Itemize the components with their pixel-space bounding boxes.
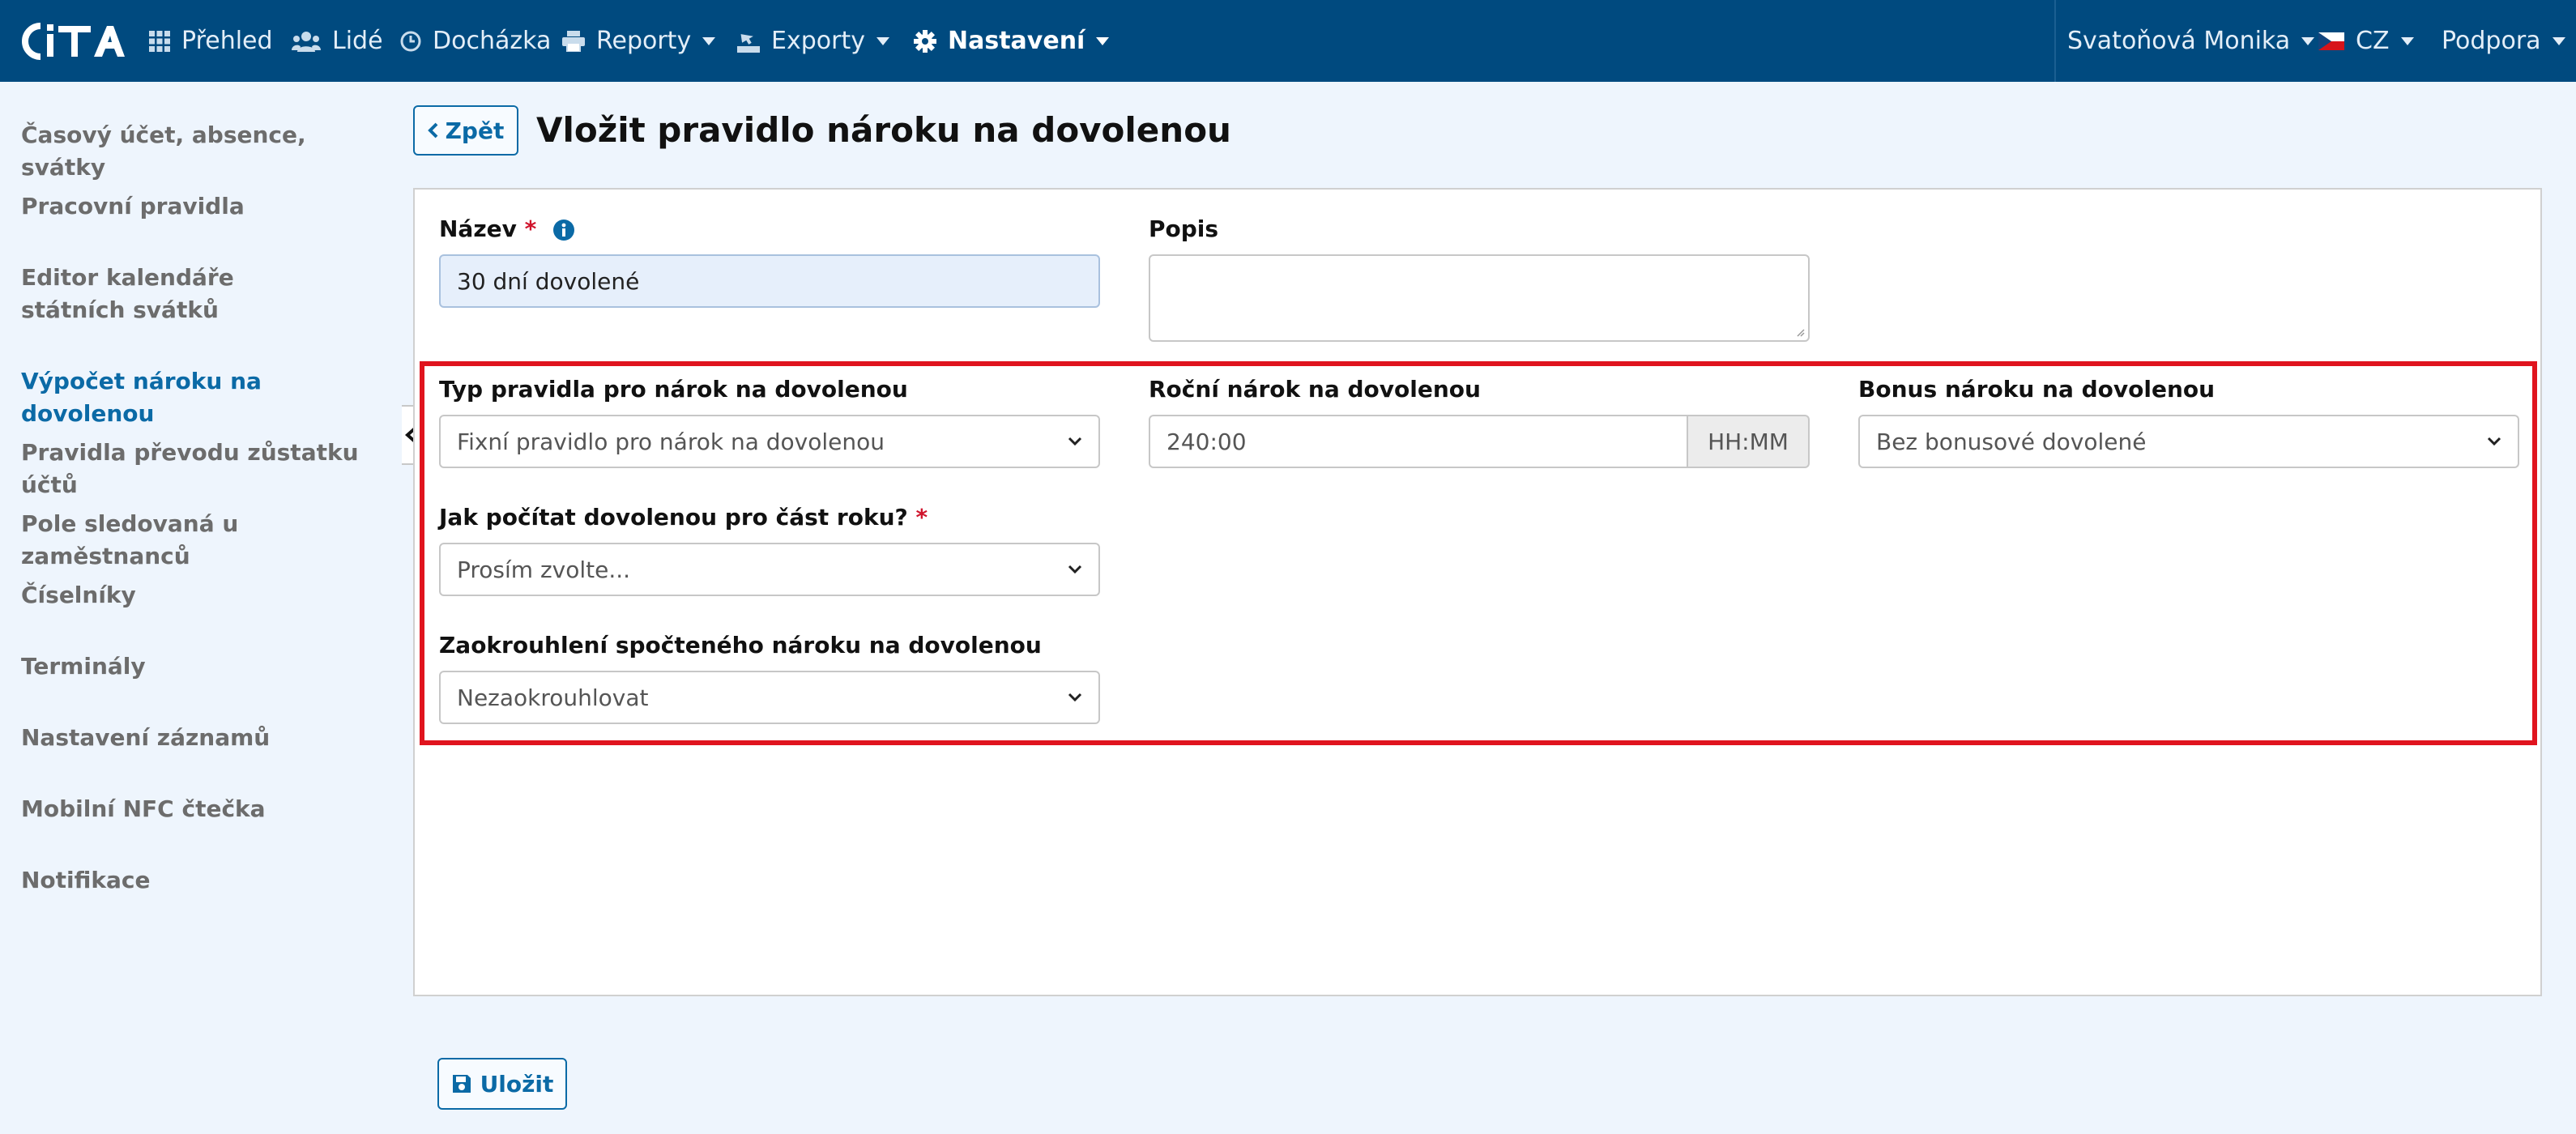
- czech-flag-icon: [2318, 32, 2344, 50]
- nav-label: Docházka: [433, 27, 552, 55]
- floppy-disk-icon: [452, 1075, 471, 1093]
- nav-label: Lidé: [332, 27, 383, 55]
- back-button[interactable]: Zpět: [413, 105, 518, 156]
- sidebar-item-editor-kalendare[interactable]: Editor kalendáře státních svátků: [21, 262, 345, 326]
- back-button-label: Zpět: [445, 117, 505, 144]
- nav-reporty[interactable]: Reporty: [562, 0, 716, 82]
- sidebar-item-pole-sledovana[interactable]: Pole sledovaná u zaměstnanců: [21, 508, 386, 573]
- user-name: Svatoňová Monika: [2067, 27, 2291, 55]
- sidebar-item-mobilni-nfc[interactable]: Mobilní NFC čtečka: [21, 793, 386, 825]
- nav-label: Reporty: [596, 27, 692, 55]
- settings-sidebar: Časový účet, absence, svátky Pracovní pr…: [0, 82, 395, 1134]
- info-icon[interactable]: [552, 219, 575, 241]
- nav-dochazka[interactable]: Docházka: [400, 0, 551, 82]
- sidebar-item-nastaveni-zaznamu[interactable]: Nastavení záznamů: [21, 722, 386, 754]
- caret-down-icon: [702, 36, 716, 45]
- required-mark: *: [524, 215, 537, 242]
- grid-icon: [149, 30, 170, 52]
- sidebar-item-pravidla-prevodu[interactable]: Pravidla převodu zůstatku účtů: [21, 437, 386, 501]
- caret-down-icon: [876, 36, 889, 45]
- name-label-text: Název: [439, 215, 517, 242]
- printer-icon: [562, 30, 585, 52]
- sidebar-item-notifikace[interactable]: Notifikace: [21, 864, 386, 897]
- nav-label: Exporty: [771, 27, 865, 55]
- name-label: Název *: [439, 215, 575, 242]
- support-menu[interactable]: Podpora: [2442, 0, 2565, 82]
- navbar-divider: [2054, 0, 2056, 82]
- description-textarea[interactable]: [1149, 254, 1810, 342]
- nav-prehled[interactable]: Přehled: [149, 0, 273, 82]
- support-label: Podpora: [2442, 27, 2541, 55]
- caret-down-icon: [2400, 36, 2414, 45]
- user-menu[interactable]: Svatoňová Monika: [2067, 0, 2315, 82]
- sidebar-item-pracovni-pravidla[interactable]: Pracovní pravidla: [21, 190, 386, 223]
- chevron-left-icon: [427, 122, 438, 139]
- sidebar-item-terminaly[interactable]: Terminály: [21, 650, 386, 683]
- save-button[interactable]: Uložit: [437, 1058, 567, 1110]
- description-label: Popis: [1149, 215, 1219, 242]
- language-code: CZ: [2356, 27, 2390, 55]
- clock-icon: [400, 31, 421, 52]
- gear-icon: [914, 29, 936, 53]
- users-icon: [292, 31, 321, 52]
- nav-nastaveni[interactable]: Nastavení: [914, 0, 1110, 82]
- caret-down-icon: [1096, 36, 1110, 45]
- caret-down-icon: [2552, 36, 2565, 45]
- language-menu[interactable]: CZ: [2318, 0, 2414, 82]
- sidebar-item-ciselniky[interactable]: Číselníky: [21, 579, 386, 612]
- nav-label: Přehled: [181, 27, 273, 55]
- nav-exporty[interactable]: Exporty: [737, 0, 889, 82]
- highlight-box: [420, 361, 2537, 745]
- cita-logo[interactable]: [16, 21, 125, 62]
- export-icon: [737, 30, 760, 53]
- sidebar-item-casovy-ucet[interactable]: Časový účet, absence, svátky: [21, 119, 386, 184]
- name-input[interactable]: 30 dní dovolené: [439, 254, 1100, 308]
- top-navbar: Přehled Lidé Docházka Reporty Exporty Na…: [0, 0, 2576, 82]
- page-title: Vložit pravidlo nároku na dovolenou: [536, 110, 1231, 150]
- nav-label: Nastavení: [948, 27, 1085, 55]
- name-input-value: 30 dní dovolené: [457, 267, 640, 295]
- save-button-label: Uložit: [480, 1070, 554, 1098]
- resize-grip-icon[interactable]: [1795, 327, 1805, 337]
- sidebar-item-vypocet-naroku[interactable]: Výpočet nároku na dovolenou: [21, 365, 386, 430]
- caret-down-icon: [2301, 36, 2315, 45]
- nav-lide[interactable]: Lidé: [292, 0, 383, 82]
